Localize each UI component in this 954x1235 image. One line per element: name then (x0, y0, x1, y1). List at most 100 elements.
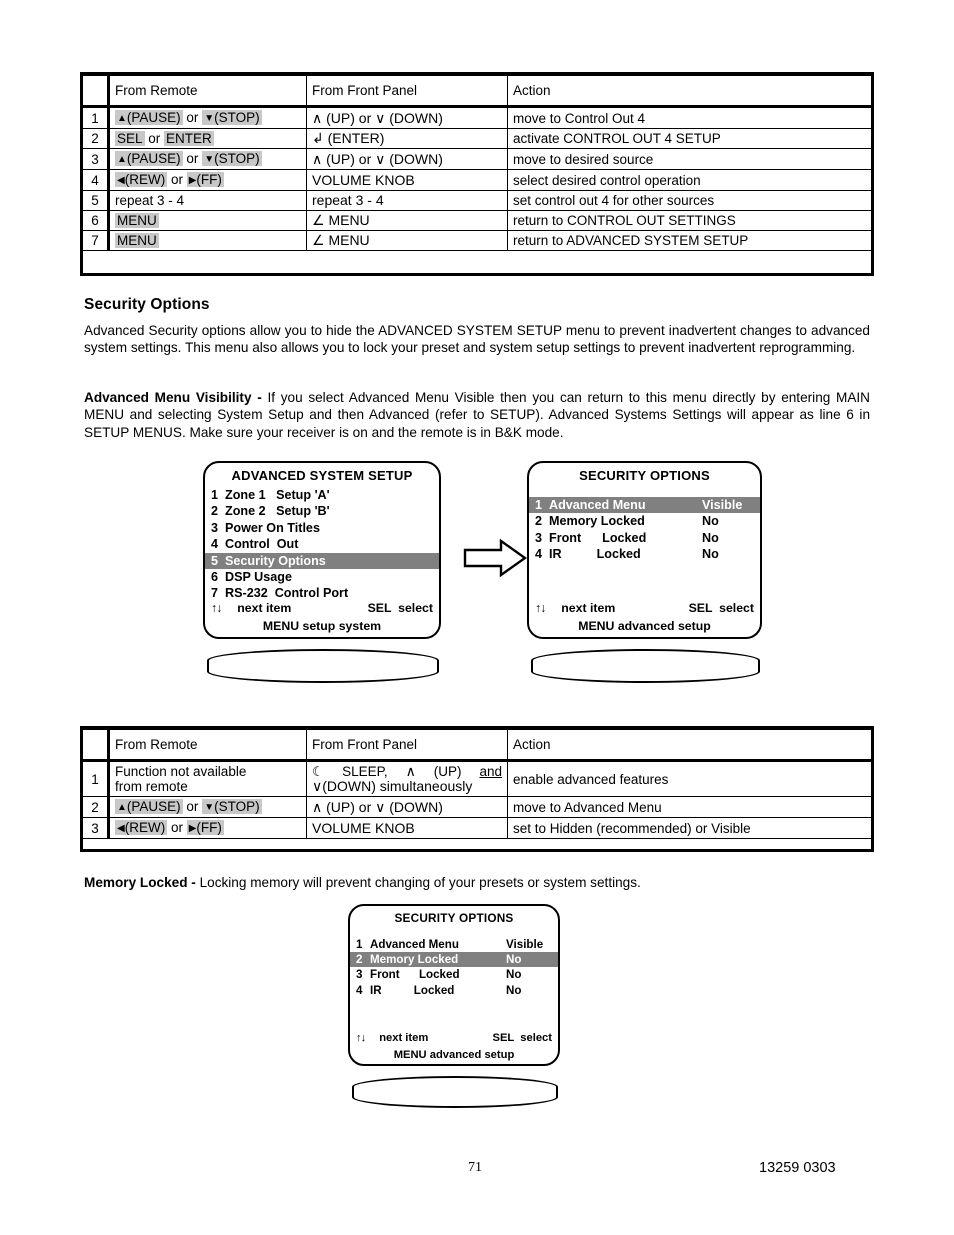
key-rew[interactable]: ◀(REW) (115, 172, 168, 187)
osd-menu-hint: MENU advanced setup (578, 619, 711, 633)
cell-from-remote: SEL or ENTER (108, 128, 307, 149)
osd-menu-item[interactable]: 2 Zone 2 Setup 'B' (205, 503, 439, 519)
osd-menu-item[interactable]: 4 IR Locked No (350, 983, 558, 998)
osd-security-options-advanced-menu: SECURITY OPTIONS 1 Advanced Menu Visible 2 M… (527, 461, 762, 686)
table-header-row: From Remote From Front Panel Action (83, 75, 871, 108)
osd-item-label: Zone 2 Setup 'B' (225, 504, 330, 519)
osd-screen: SECURITY OPTIONS 1 Advanced Menu Visible 2 M… (527, 461, 762, 639)
osd-menu-item[interactable]: 1 Advanced Menu Visible (350, 937, 558, 952)
table-row: 3 ▲(PAUSE) or ▼(STOP) ∧ (UP) or ∨ (DOWN) mo… (83, 148, 871, 170)
osd-item-number: 3 (356, 968, 363, 982)
cell-action: set to Hidden (recommended) or Visible (507, 817, 871, 839)
table-row: 2 ▲(PAUSE) or ▼(STOP) ∧ (UP) or ∨ (DOWN) mo… (83, 796, 871, 818)
osd-menu-item[interactable]: 2 Memory Locked No (350, 952, 558, 968)
memory-locked-paragraph: Memory Locked - Locking memory will prev… (84, 874, 870, 891)
cell-action: return to ADVANCED SYSTEM SETUP (507, 230, 871, 251)
osd-menu-item[interactable]: 6 DSP Usage (205, 569, 439, 585)
up-caret-icon: ∧ (405, 763, 416, 779)
osd-title: ADVANCED SYSTEM SETUP (231, 468, 413, 483)
up-down-arrows-icon: ↑↓ (211, 601, 222, 615)
memory-locked-text: Locking memory will prevent changing of … (199, 875, 641, 890)
page-section-heading: Security Options (84, 296, 210, 313)
key-enter[interactable]: ENTER (164, 131, 214, 146)
cell-from-front-panel: ∧ (UP) or ∨ (DOWN) (306, 148, 508, 170)
cell-from-remote: ▲(PAUSE) or ▼(STOP) (108, 796, 307, 818)
table-row: 6 MENU ∠ MENU return to CONTROL OUT SETTING… (83, 210, 871, 231)
osd-menu-list: 1 Advanced Menu Visible 2 Memory Locked No 3 Fr… (529, 497, 760, 563)
row-number: 2 (83, 128, 110, 149)
flow-right-arrow-icon (463, 538, 528, 578)
cell-action: move to desired source (507, 148, 871, 170)
osd-item-number: 3 (211, 520, 219, 535)
conjunction: or (182, 151, 203, 166)
key-pause[interactable]: ▲(PAUSE) (115, 151, 183, 166)
osd-item-value: No (702, 547, 719, 562)
osd-item-label: Security Options (225, 553, 326, 568)
row-number: 1 (83, 760, 110, 797)
sleep-label: SLEEP, (342, 764, 388, 779)
header-action: Action (507, 75, 871, 108)
osd-item-label: DSP Usage (225, 570, 292, 585)
header-num (83, 729, 110, 762)
osd-item-number: 7 (211, 586, 219, 601)
osd-item-number: 5 (211, 553, 219, 568)
key-stop[interactable]: ▼(STOP) (202, 151, 262, 166)
key-stop[interactable]: ▼(STOP) (202, 799, 262, 814)
osd-item-label: Control Out (225, 537, 299, 552)
osd-menu-item[interactable]: 7 RS-232 Control Port (205, 585, 439, 601)
osd-item-value: Visible (506, 938, 544, 951)
osd-menu-hint: MENU setup system (262, 619, 382, 633)
osd-title: SECURITY OPTIONS (394, 911, 514, 925)
cell-from-remote: ▲(PAUSE) or ▼(STOP) (108, 148, 307, 170)
osd-item-label: Power On Titles (225, 520, 320, 535)
document-code: 13259 0303 (759, 1160, 836, 1176)
osd-item-value: No (702, 530, 719, 545)
osd-item-label: Zone 1 Setup 'A' (225, 488, 330, 502)
row-number: 3 (83, 148, 110, 170)
cell-action: set control out 4 for other sources (507, 190, 871, 211)
key-menu[interactable]: MENU (115, 233, 159, 248)
pause-triangle-icon: ▲ (117, 802, 127, 813)
osd-menu-item[interactable]: 1 Advanced Menu Visible (529, 497, 760, 514)
osd-footer-hints: ↑↓ next item SEL select (205, 601, 439, 615)
osd-menu-item[interactable]: 3 Front Locked No (529, 530, 760, 546)
osd-next-item-hint: next item (561, 601, 616, 615)
cell-from-remote: repeat 3 - 4 (108, 190, 307, 211)
key-menu[interactable]: MENU (115, 213, 159, 228)
cell-from-remote: ▲(PAUSE) or ▼(STOP) (108, 106, 307, 129)
conjunction: or (182, 799, 203, 814)
osd-item-number: 4 (356, 983, 363, 997)
key-stop[interactable]: ▼(STOP) (202, 110, 262, 125)
table-row: 4 ◀(REW) or ▶(FF) VOLUME KNOB select desire… (83, 169, 871, 191)
osd-menu-item[interactable]: 4 Control Out (205, 536, 439, 552)
osd-menu-hint: MENU advanced setup (393, 1049, 515, 1061)
key-ff[interactable]: ▶(FF) (186, 820, 224, 835)
tv-bezel-bottom (531, 649, 760, 683)
key-rew[interactable]: ◀(REW) (115, 820, 168, 835)
osd-menu-item[interactable]: 1 Zone 1 Setup 'A' (205, 487, 439, 503)
intro-paragraph: Advanced Security options allow you to h… (84, 323, 870, 356)
control-out-step-table: From Remote From Front Panel Action 1 ▲(P… (80, 72, 874, 276)
osd-item-label: IR Locked (370, 983, 455, 997)
osd-footer-hints: ↑↓ next item SEL select (350, 1032, 558, 1044)
osd-menu-item[interactable]: 4 IR Locked No (529, 546, 760, 562)
cell-from-remote: MENU (108, 230, 307, 251)
stop-triangle-icon: ▼ (204, 154, 215, 165)
remote-text: Function not available from remote (115, 764, 247, 794)
osd-menu-item[interactable]: 3 Front Locked No (350, 967, 558, 982)
cell-from-remote: ◀(REW) or ▶(FF) (108, 817, 307, 839)
rew-triangle-icon: ◀ (117, 823, 125, 834)
osd-menu-item[interactable]: 2 Memory Locked No (529, 513, 760, 529)
osd-menu-item[interactable]: 5 Security Options (205, 552, 439, 570)
key-ff[interactable]: ▶(FF) (186, 172, 224, 187)
osd-item-label: IR Locked (549, 547, 641, 562)
osd-next-item-hint: next item (237, 601, 292, 615)
osd-menu-item[interactable]: 3 Power On Titles (205, 520, 439, 536)
key-pause[interactable]: ▲(PAUSE) (115, 799, 183, 814)
osd-select-hint: SEL select (688, 601, 754, 615)
key-sel[interactable]: SEL (115, 131, 145, 146)
osd-item-number: 6 (211, 570, 219, 585)
key-pause[interactable]: ▲(PAUSE) (115, 110, 183, 125)
cell-from-front-panel: repeat 3 - 4 (306, 190, 508, 211)
down-simultaneous-label: ∨(DOWN) simultaneously (312, 778, 473, 794)
